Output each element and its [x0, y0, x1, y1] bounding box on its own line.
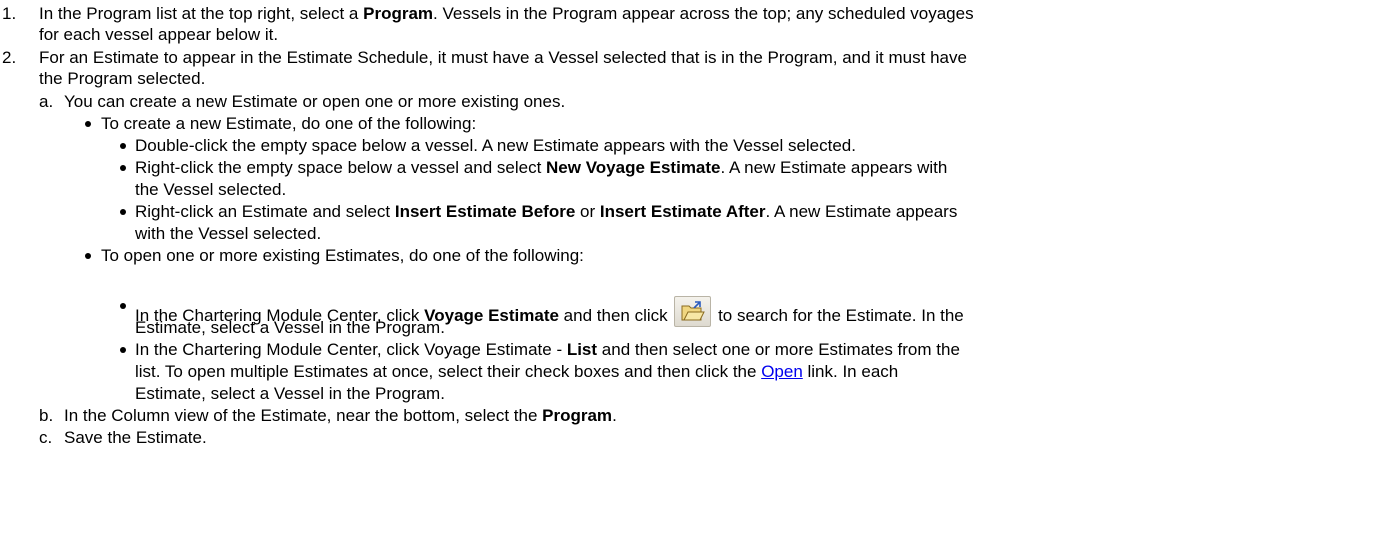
text: . A new Estimate appears with [720, 158, 948, 177]
substep-letter: a. [39, 92, 54, 111]
substep-b-text: In the Column view of the Estimate, near… [64, 406, 617, 426]
open-item-2: In the Chartering Module Center, click V… [135, 340, 960, 360]
step-number: 1. [2, 4, 17, 23]
text: link. In each [802, 362, 899, 381]
substep-letter: c. [39, 428, 53, 447]
text: and then click [558, 306, 673, 325]
bullet-icon [120, 165, 126, 171]
step2-line1: For an Estimate to appear in the Estimat… [39, 48, 967, 67]
create-item-2-line2: the Vessel selected. [135, 180, 287, 199]
bold-term: Program [542, 406, 613, 425]
text: In the Column view of the Estimate, near… [64, 406, 543, 425]
substep-a-text: You can create a new Estimate or open on… [64, 92, 566, 111]
bold-term: Insert Estimate Before [394, 202, 576, 221]
step-number: 2. [2, 48, 17, 67]
open-intro: To open one or more existing Estimates, … [101, 246, 584, 265]
substep-c-text: Save the Estimate. [64, 428, 207, 447]
bullet-icon [85, 121, 91, 127]
bold-term: Program [363, 4, 434, 23]
open-link[interactable]: Open [761, 362, 803, 381]
substep-letter: b. [39, 406, 54, 425]
step1-line1: In the Program list at the top right, se… [39, 4, 974, 24]
text: . Vessels in the Program appear across t… [433, 4, 974, 23]
open-item-2-line2: list. To open multiple Estimates at once… [135, 362, 898, 382]
step1-line2: for each vessel appear below it. [39, 25, 279, 44]
bold-term: New Voyage Estimate [546, 158, 721, 177]
create-item-3: Right-click an Estimate and select Inser… [135, 202, 957, 222]
text: In the Chartering Module Center, click V… [135, 340, 567, 359]
create-item-1: Double-click the empty space below a ves… [135, 136, 856, 155]
text: . [612, 406, 617, 425]
bullet-icon [120, 143, 126, 149]
document: 1. In the Program list at the top right,… [0, 0, 1377, 557]
open-item-2-line3: Estimate, select a Vessel in the Program… [135, 384, 445, 403]
create-intro: To create a new Estimate, do one of the … [101, 114, 477, 133]
text: Right-click the empty space below a vess… [135, 158, 547, 177]
bullet-icon [120, 209, 126, 215]
text: and then select one or more Estimates fr… [597, 340, 960, 359]
create-item-3-line2: with the Vessel selected. [135, 224, 322, 243]
bullet-icon [120, 303, 126, 309]
bold-term: Insert Estimate After [599, 202, 766, 221]
bold-term: List [566, 340, 598, 359]
bullet-icon [85, 253, 91, 259]
open-item-1-line2: Estimate, select a Vessel in the Program… [135, 318, 445, 337]
create-item-2: Right-click the empty space below a vess… [135, 158, 947, 178]
text: list. To open multiple Estimates at once… [135, 362, 762, 381]
text: In the Program list at the top right, se… [39, 4, 364, 23]
text: or [575, 202, 600, 221]
text: to search for the Estimate. In the [713, 306, 964, 325]
text: Right-click an Estimate and select [135, 202, 395, 221]
open-folder-icon [674, 296, 712, 327]
bullet-icon [120, 347, 126, 353]
text: . A new Estimate appears [765, 202, 958, 221]
step2-line2: the Program selected. [39, 69, 206, 88]
